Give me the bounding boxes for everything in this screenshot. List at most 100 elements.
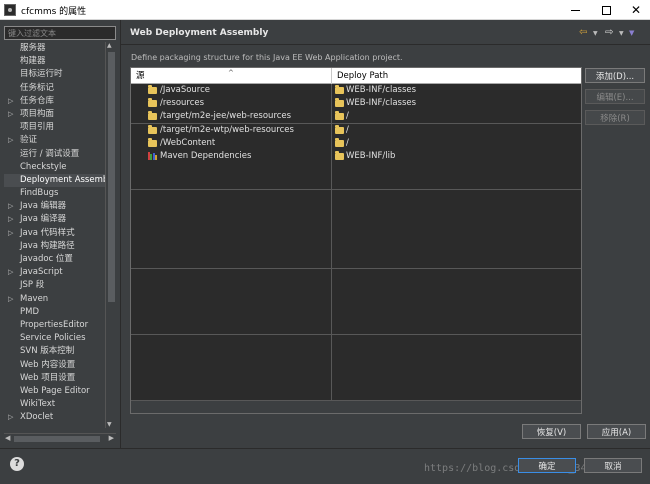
tree-item[interactable]: 运行 / 调试设置 — [4, 148, 105, 161]
tree-item[interactable]: ▷ Maven — [4, 293, 105, 306]
tree-item-label: Service Policies — [20, 333, 86, 344]
empty-table-row — [131, 229, 581, 243]
deploy-path-text: / — [346, 137, 349, 148]
expand-arrow-icon[interactable]: ▷ — [8, 411, 13, 424]
folder-icon — [335, 124, 344, 134]
expand-arrow-icon[interactable]: ▷ — [8, 213, 13, 226]
table-row[interactable]: /JavaSource WEB-INF/classes — [131, 84, 581, 98]
sidebar-vertical-scrollbar[interactable]: ▲ ▼ — [105, 42, 116, 428]
scroll-up-icon[interactable]: ▲ — [107, 42, 112, 49]
scrollbar-thumb[interactable] — [108, 52, 115, 302]
remove-button[interactable]: 移除(R) — [585, 110, 645, 125]
tree-item[interactable]: ▷ 任务仓库 — [4, 95, 105, 108]
empty-cell — [131, 334, 332, 348]
tree-item-label: 项目引用 — [20, 122, 55, 133]
restore-defaults-button[interactable]: 恢复(V) — [522, 424, 581, 439]
forward-arrow-icon[interactable]: ⇨ — [605, 27, 613, 38]
empty-cell — [332, 163, 581, 177]
scroll-down-icon[interactable]: ▼ — [107, 421, 112, 428]
cancel-button[interactable]: 取消 — [584, 458, 642, 473]
tree-item-label: Java 编译器 — [20, 214, 67, 225]
empty-table-row — [131, 295, 581, 309]
tree-item[interactable]: FindBugs — [4, 187, 105, 200]
tree-item[interactable]: ▷ XDoclet — [4, 411, 105, 424]
apply-button[interactable]: 应用(A) — [587, 424, 646, 439]
tree-item[interactable]: 构建器 — [4, 55, 105, 68]
close-button[interactable]: ✕ — [617, 0, 650, 20]
source-cell: /target/m2e-jee/web-resources — [131, 110, 332, 124]
tree-item[interactable]: Web Page Editor — [4, 385, 105, 398]
scrollbar-thumb[interactable] — [14, 436, 100, 442]
tree-item[interactable]: ▷ 项目构面 — [4, 108, 105, 121]
folder-icon — [148, 124, 157, 134]
column-header-deploy-path[interactable]: Deploy Path — [332, 68, 581, 84]
tree-item[interactable]: ▷ Java 编译器 — [4, 213, 105, 226]
tree-item[interactable]: PropertiesEditor — [4, 319, 105, 332]
expand-arrow-icon[interactable]: ▷ — [8, 293, 13, 306]
back-dropdown-icon[interactable]: ▼ — [593, 30, 598, 37]
tree-item[interactable]: Service Policies — [4, 332, 105, 345]
help-icon[interactable]: ? — [10, 457, 24, 471]
ok-button[interactable]: 确定 — [518, 458, 576, 473]
tree-item[interactable]: Javadoc 位置 — [4, 253, 105, 266]
table-row[interactable]: /WebContent / — [131, 136, 581, 150]
dialog-footer: ? https://blog.csdn.net/qq_34...1788 确定 … — [0, 448, 650, 484]
tree-item-label: 构建器 — [20, 56, 46, 67]
expand-arrow-icon[interactable]: ▷ — [8, 95, 13, 108]
source-cell: /resources — [131, 97, 332, 111]
table-row[interactable]: /target/m2e-jee/web-resources / — [131, 110, 581, 124]
folder-icon — [335, 137, 344, 147]
tree-item-label: 项目构面 — [20, 108, 55, 119]
table-row[interactable]: /resources WEB-INF/classes — [131, 97, 581, 111]
empty-cell — [131, 295, 332, 308]
expand-arrow-icon[interactable]: ▷ — [8, 227, 13, 240]
column-header-source[interactable]: 源 ^ — [131, 68, 332, 84]
tree-item-label: Javadoc 位置 — [20, 254, 73, 264]
tree-item[interactable]: Deployment Assembly — [4, 173, 105, 188]
table-row[interactable]: Maven Dependencies WEB-INF/lib — [131, 149, 581, 164]
expand-arrow-icon[interactable]: ▷ — [8, 108, 13, 121]
tree-item[interactable]: ▷ 验证 — [4, 134, 105, 147]
tree-item[interactable]: 任务标记 — [4, 82, 105, 95]
forward-dropdown-icon[interactable]: ▼ — [619, 30, 624, 37]
empty-table-row — [131, 334, 581, 348]
tree-item[interactable]: SVN 版本控制 — [4, 345, 105, 358]
view-menu-icon[interactable]: ▼ — [629, 29, 634, 37]
empty-table-row — [131, 242, 581, 256]
filter-input[interactable]: 键入过滤文本 — [4, 26, 116, 40]
tree-item[interactable]: 项目引用 — [4, 121, 105, 134]
tree-item[interactable]: Web 项目设置 — [4, 372, 105, 385]
empty-table-row — [131, 387, 581, 401]
tree-item[interactable]: ▷ JavaScript — [4, 266, 105, 279]
tree-item[interactable]: WikiText — [4, 398, 105, 411]
tree-item[interactable]: 目标运行时 — [4, 68, 105, 81]
sort-ascending-icon: ^ — [228, 69, 234, 77]
scroll-left-icon[interactable]: ◀ — [5, 434, 10, 442]
scroll-right-icon[interactable]: ▶ — [109, 434, 114, 442]
minimize-icon — [570, 9, 580, 11]
tree-item[interactable]: Java 构建路径 — [4, 240, 105, 253]
tree-item-label: Java 构建路径 — [20, 240, 75, 251]
tree-item[interactable]: ▷ Java 编辑器 — [4, 200, 105, 213]
page-description: Define packaging structure for this Java… — [131, 53, 403, 62]
expand-arrow-icon[interactable]: ▷ — [8, 200, 13, 213]
table-row[interactable]: /target/m2e-wtp/web-resources / — [131, 123, 581, 137]
tree-item[interactable]: ▷ Java 代码样式 — [4, 227, 105, 240]
tree-item[interactable]: Checkstyle — [4, 161, 105, 174]
add-button[interactable]: 添加(D)... — [585, 68, 645, 83]
expand-arrow-icon[interactable]: ▷ — [8, 134, 13, 147]
expand-arrow-icon[interactable]: ▷ — [8, 266, 13, 279]
sidebar-horizontal-scrollbar[interactable]: ◀ ▶ — [4, 433, 116, 443]
empty-cell — [332, 255, 581, 269]
back-arrow-icon[interactable]: ⇦ — [579, 27, 587, 38]
tree-item[interactable]: JSP 段 — [4, 279, 105, 292]
tree-item-label: 验证 — [20, 135, 38, 146]
tree-item[interactable]: 服务器 — [4, 42, 105, 55]
edit-button[interactable]: 编辑(E)... — [585, 89, 645, 104]
folder-icon — [335, 150, 344, 160]
page-title: Web Deployment Assembly — [130, 28, 269, 38]
empty-cell — [332, 268, 581, 282]
tree-item[interactable]: Web 内容设置 — [4, 359, 105, 372]
empty-table-row — [131, 163, 581, 177]
tree-item[interactable]: PMD — [4, 306, 105, 319]
